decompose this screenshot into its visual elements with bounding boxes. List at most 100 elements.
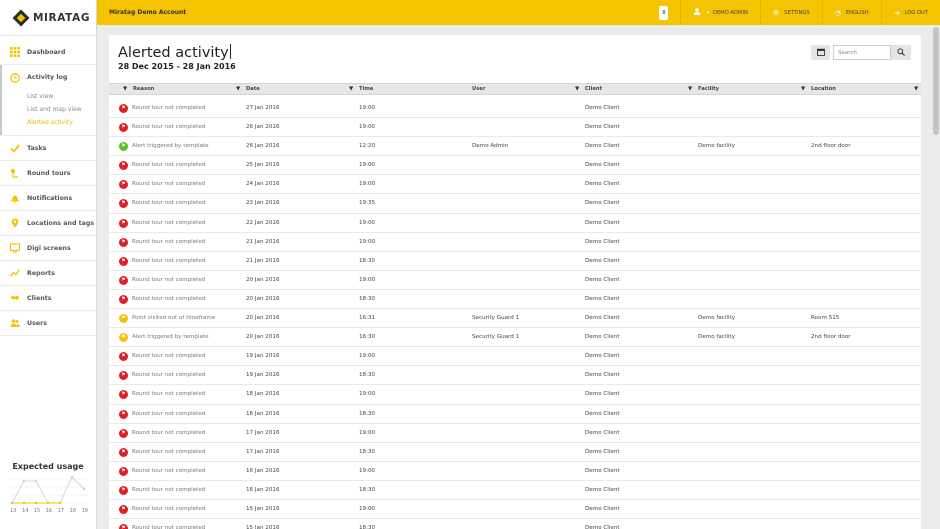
column-header-facility[interactable]: Facility <box>698 86 719 92</box>
scrollbar-thumb[interactable] <box>933 27 939 135</box>
cell-client: Demo Client <box>585 467 620 474</box>
logout-link[interactable]: ⇥ LOG OUT <box>880 0 940 25</box>
miratag-logo-icon <box>12 9 30 26</box>
table-row[interactable]: ⚑ Round tour not completed 15 Jan 2016 18:3… <box>109 519 921 529</box>
table-row[interactable]: ⚑ Round tour not completed 25 Jan 2016 19:0… <box>109 156 921 176</box>
cell-reason: Round tour not completed <box>132 505 206 512</box>
cell-reason: Alert triggered by template <box>132 334 209 341</box>
table-row[interactable]: ⚑ Round tour not completed 17 Jan 2016 19:0… <box>109 424 921 443</box>
sidebar-item-locations-and-tags[interactable]: Locations and tags <box>0 211 96 236</box>
sidebar-item-tasks[interactable]: Tasks <box>0 136 96 161</box>
cell-time: 19:00 <box>359 219 376 226</box>
usage-title: Expected usage <box>12 462 84 471</box>
sidebar-item-users[interactable]: Users <box>0 311 96 336</box>
cell-client: Demo Client <box>585 295 620 302</box>
gear-icon: ⚙ <box>772 8 780 17</box>
filter-icon[interactable]: ▼ <box>688 86 692 92</box>
flag-icon: ⚑ <box>119 352 128 362</box>
sidebar-item-notifications[interactable]: Notifications <box>0 186 96 211</box>
cell-reason: Round tour not completed <box>132 353 206 360</box>
sidebar-item-dashboard[interactable]: Dashboard <box>0 40 96 65</box>
table-row[interactable]: ⚑ Point visited out of timeframe 20 Jan 20… <box>109 309 921 329</box>
table-row[interactable]: ⚑ Round tour not completed 19 Jan 2016 18:3… <box>109 366 921 386</box>
column-header-date[interactable]: Date <box>246 86 260 92</box>
settings-link[interactable]: ⚙ SETTINGS <box>759 0 822 25</box>
table-row[interactable]: ⚑ Alert triggered by template 26 Jan 2016 1… <box>109 137 921 157</box>
search-input[interactable] <box>833 45 891 60</box>
table-row[interactable]: ⚑ Round tour not completed 17 Jan 2016 18:3… <box>109 443 921 462</box>
cell-reason: Round tour not completed <box>132 200 206 207</box>
table-row[interactable]: ⚑ Round tour not completed 21 Jan 2016 18:3… <box>109 252 921 271</box>
globe-icon: ◔ <box>834 8 841 17</box>
cell-reason: Round tour not completed <box>132 162 206 169</box>
cell-client: Demo Client <box>585 105 620 111</box>
table-row[interactable]: ⚑ Round tour not completed 23 Jan 2016 19:3… <box>109 194 921 214</box>
table-row[interactable]: ⚑ Round tour not completed 22 Jan 2016 19:0… <box>109 214 921 233</box>
cell-date: 18 Jan 2016 <box>246 391 280 398</box>
filter-icon[interactable]: ▼ <box>123 86 127 92</box>
cell-client: Demo Client <box>585 353 620 360</box>
sidebar-item-digi-screens[interactable]: Digi screens <box>0 236 96 261</box>
cell-time: 19:00 <box>359 276 376 283</box>
sub-item-list-and-map-view[interactable]: List and map view <box>0 103 96 116</box>
filter-icon[interactable]: ▼ <box>236 86 240 92</box>
filter-icon[interactable]: ▼ <box>914 86 918 92</box>
filter-icon[interactable]: ▼ <box>575 86 579 92</box>
cell-time: 18:30 <box>359 257 376 264</box>
table-row[interactable]: ⚑ Round tour not completed 20 Jan 2016 19:0… <box>109 271 921 290</box>
sidebar-item-round-tours[interactable]: Round tours <box>0 161 96 186</box>
table-row[interactable]: ⚑ Round tour not completed 18 Jan 2016 19:0… <box>109 385 921 405</box>
flag-icon: ⚑ <box>119 428 128 438</box>
table-row[interactable]: ⚑ Round tour not completed 16 Jan 2016 19:0… <box>109 462 921 481</box>
filter-icon[interactable]: ▼ <box>801 86 805 92</box>
cell-client: Demo Client <box>585 162 620 169</box>
table-row[interactable]: ⚑ Round tour not completed 26 Jan 2016 19:0… <box>109 118 921 138</box>
date-picker-button[interactable] <box>811 45 830 60</box>
table-row[interactable]: ⚑ Round tour not completed 20 Jan 2016 18:3… <box>109 290 921 310</box>
cell-date: 15 Jan 2016 <box>246 525 280 529</box>
notification-badge[interactable]: 8 <box>659 5 669 20</box>
column-header-time[interactable]: Time <box>359 86 373 92</box>
page-scrollbar[interactable] <box>932 25 940 529</box>
column-header-user[interactable]: User <box>472 86 485 92</box>
logo[interactable]: MIRATAG <box>0 0 96 36</box>
flag-icon: ⚑ <box>119 199 128 209</box>
table-row[interactable]: ⚑ Round tour not completed 24 Jan 2016 19:0… <box>109 175 921 195</box>
column-header-client[interactable]: Client <box>585 86 602 92</box>
table-row[interactable]: ⚑ Round tour not completed 15 Jan 2016 19:0… <box>109 500 921 520</box>
search-button[interactable] <box>891 45 911 60</box>
flag-icon: ⚑ <box>119 123 128 133</box>
table-row[interactable]: ⚑ Round tour not completed 18 Jan 2016 18:3… <box>109 405 921 424</box>
user-menu[interactable]: ▾ DEMO ADMIN <box>680 0 759 25</box>
flag-icon: ⚑ <box>119 294 128 304</box>
sidebar-item-activity-log[interactable]: Activity log <box>0 65 96 90</box>
flag-icon: ⚑ <box>119 333 128 343</box>
sub-item-list-view[interactable]: List view <box>0 90 96 103</box>
flag-icon: ⚑ <box>119 409 128 419</box>
column-header-location[interactable]: Location <box>811 86 836 92</box>
flag-icon: ⚑ <box>119 218 128 228</box>
cell-date: 23 Jan 2016 <box>246 200 280 207</box>
table-row[interactable]: ⚑ Round tour not completed 19 Jan 2016 19:0… <box>109 347 921 367</box>
cell-reason: Round tour not completed <box>132 486 206 493</box>
flag-icon: ⚑ <box>119 104 128 113</box>
flag-icon: ⚑ <box>119 142 128 152</box>
table-row[interactable]: ⚑ Round tour not completed 21 Jan 2016 19:0… <box>109 233 921 252</box>
cell-time: 19:00 <box>359 429 376 436</box>
table-row[interactable]: ⚑ Round tour not completed 27 Jan 2016 19:0… <box>109 99 921 119</box>
cell-location: 2nd floor door <box>811 334 851 341</box>
filter-icon[interactable]: ▼ <box>349 86 353 92</box>
cell-date: 21 Jan 2016 <box>246 238 280 245</box>
sub-item-alerted-activity[interactable]: Alerted activity <box>0 116 96 129</box>
chevron-down-icon: ▾ <box>706 9 709 16</box>
cell-time: 18:30 <box>359 525 376 529</box>
cell-date: 17 Jan 2016 <box>246 429 280 436</box>
table-row[interactable]: ⚑ Round tour not completed 16 Jan 2016 18:3… <box>109 481 921 500</box>
page-title: Alerted activity <box>118 44 231 61</box>
table-row[interactable]: ⚑ Alert triggered by template 20 Jan 2016 1… <box>109 328 921 348</box>
sidebar-item-clients[interactable]: Clients <box>0 286 96 311</box>
language-selector[interactable]: ◔ ENGLISH <box>821 0 881 25</box>
column-header-reason[interactable]: Reason <box>133 86 154 92</box>
cell-time: 19:00 <box>359 124 376 131</box>
sidebar-item-reports[interactable]: Reports <box>0 261 96 286</box>
